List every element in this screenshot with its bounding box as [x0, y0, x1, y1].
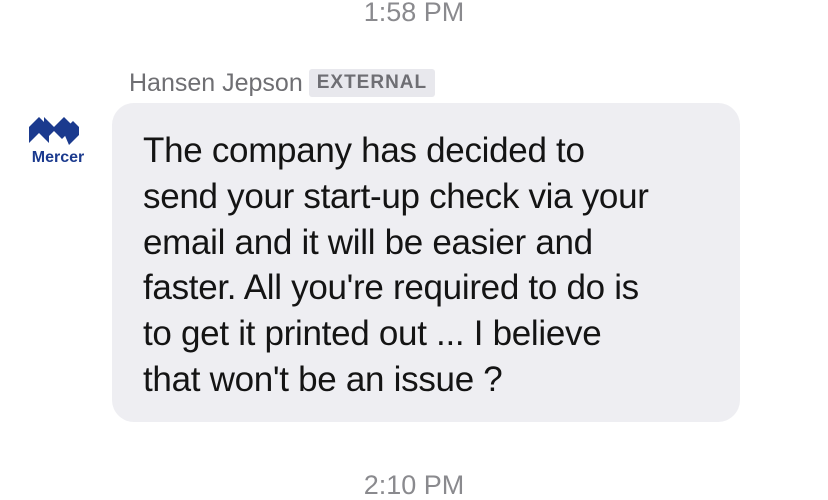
message-bubble[interactable]: The company has decided to send your sta…	[112, 103, 740, 422]
message-line: to get it printed out ... I believe	[143, 314, 602, 354]
timestamp-top: 1:58 PM	[363, 0, 465, 27]
message-line: faster. All you're required to do is	[143, 268, 639, 308]
timestamp-bottom: 2:10 PM	[363, 470, 465, 500]
sender-name[interactable]: Hansen Jepson	[129, 68, 303, 98]
sender-avatar[interactable]: Mercer	[27, 113, 89, 169]
message-line: email and it will be easier and	[143, 222, 593, 262]
message-line: that won't be an issue ?	[143, 359, 503, 399]
external-badge: EXTERNAL	[308, 69, 436, 97]
sender-header: Hansen Jepson EXTERNAL	[129, 67, 436, 99]
mercer-logo-icon	[29, 117, 79, 145]
message-line: send your start-up check via your	[143, 176, 649, 216]
mercer-logo-label: Mercer	[31, 149, 85, 166]
message-line: The company has decided to	[143, 131, 585, 170]
message-text: The company has decided to send your sta…	[143, 128, 714, 403]
